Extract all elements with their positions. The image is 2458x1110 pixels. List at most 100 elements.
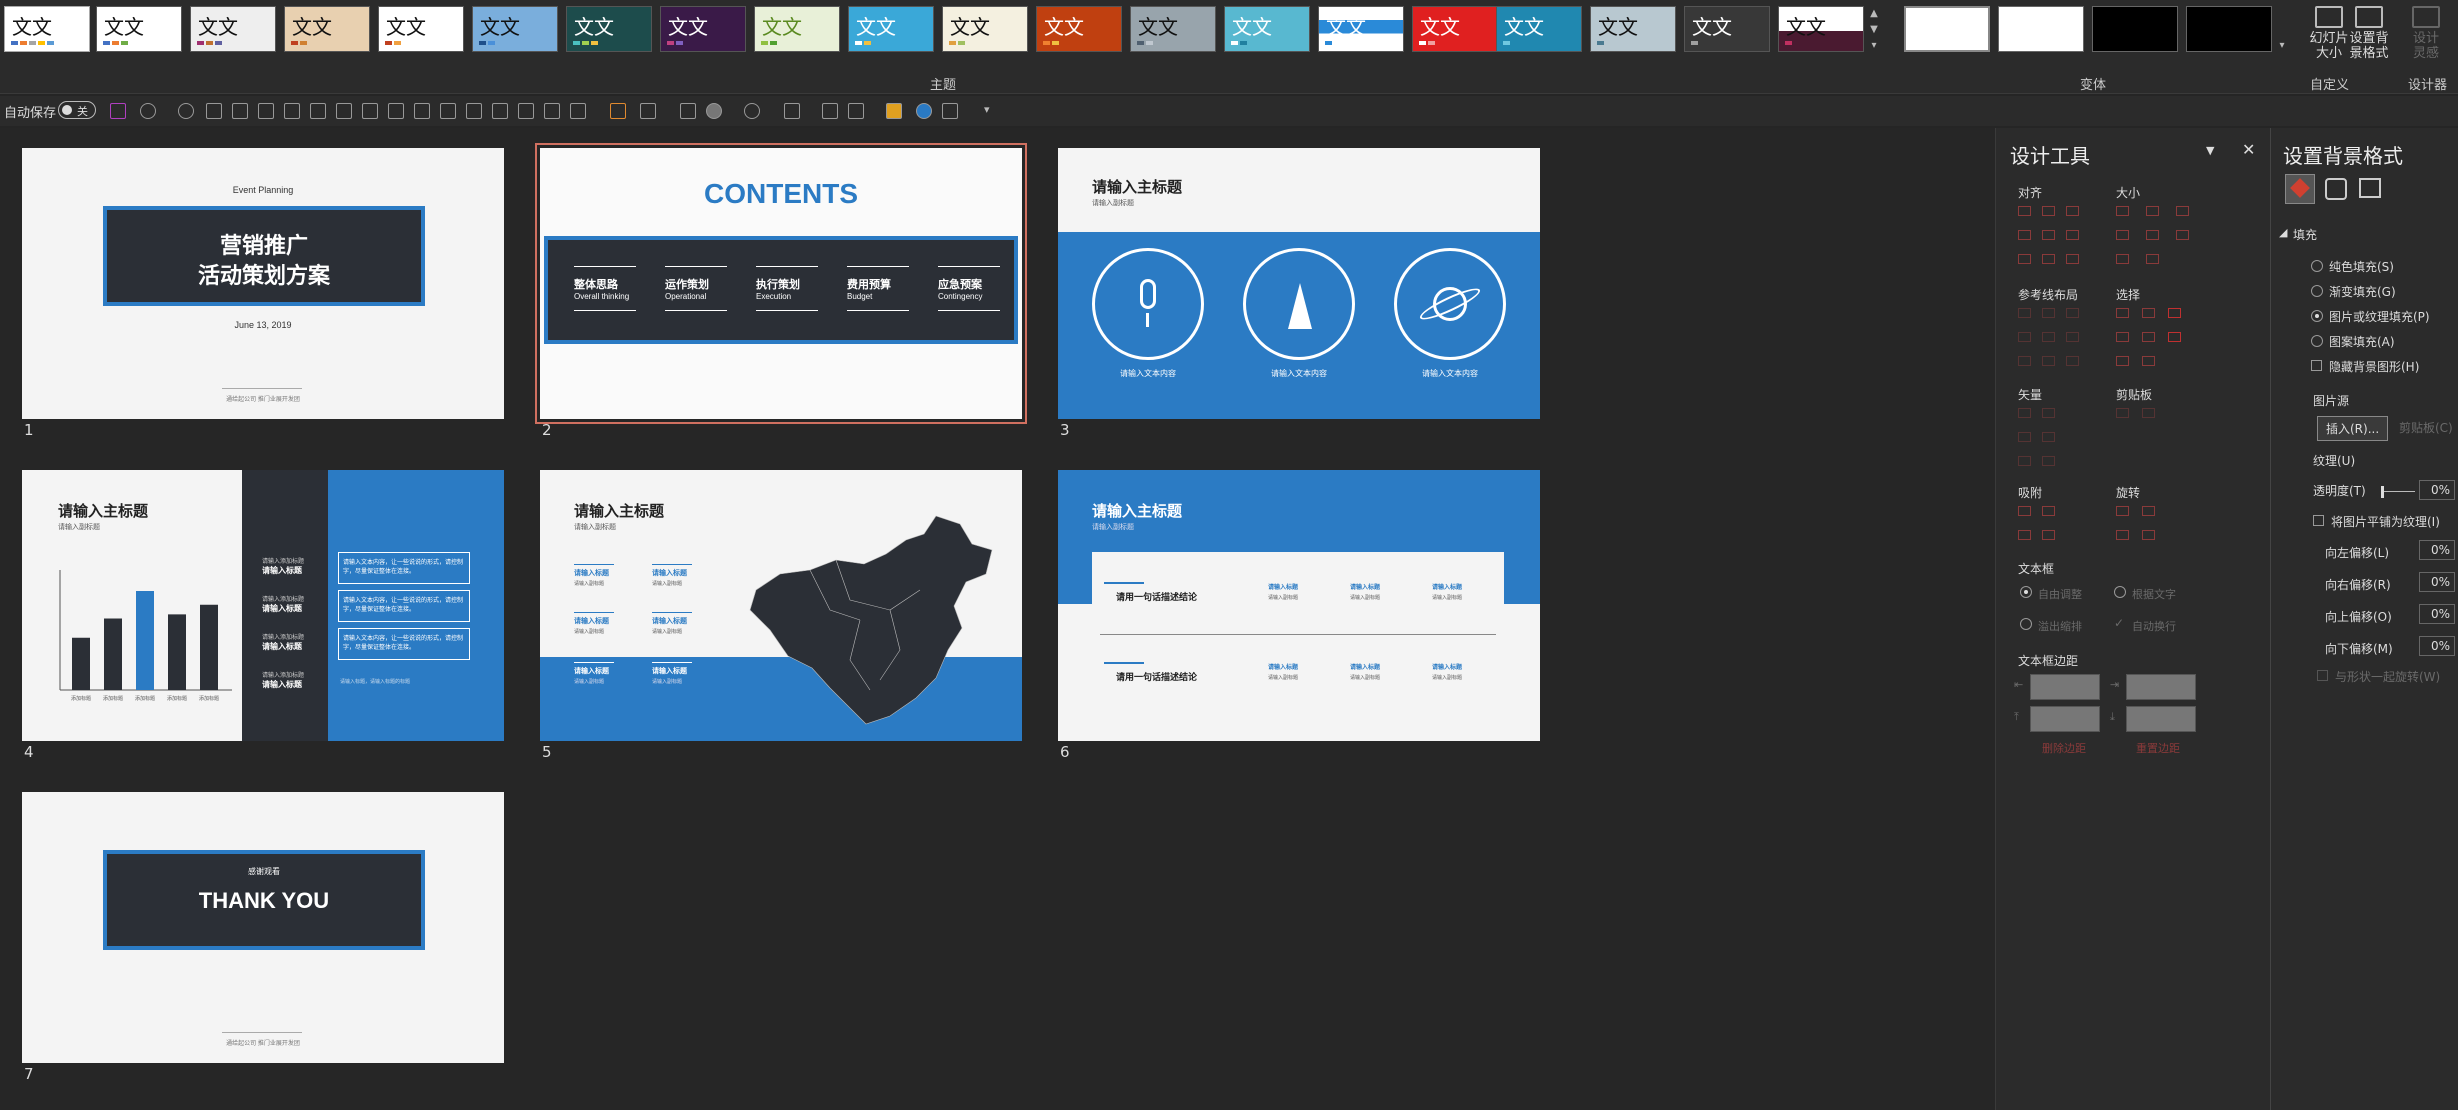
offset-left-input[interactable]: 0% <box>2419 540 2455 560</box>
theme-thumbnail[interactable]: 文文 <box>754 6 840 52</box>
snap-icon[interactable] <box>2018 506 2031 516</box>
variant-thumbnail[interactable] <box>1904 6 1990 52</box>
slide-thumbnail-3[interactable]: 请输入主标题 请输入副标题 请输入文本内容 请输入文本内容 请输入文本内容 <box>1058 148 1540 419</box>
theme-thumbnail[interactable]: 文文 <box>1224 6 1310 52</box>
vector-icon[interactable] <box>2042 432 2055 442</box>
distribute-horizontal-icon[interactable] <box>388 103 404 119</box>
autofit-radio[interactable] <box>2020 586 2032 598</box>
select-icon[interactable] <box>2116 308 2129 318</box>
theme-thumbnail[interactable]: 文文 <box>472 6 558 52</box>
theme-thumbnail[interactable]: 文文 <box>1036 6 1122 52</box>
undo-icon[interactable] <box>140 103 156 119</box>
rotate-icon[interactable] <box>2116 506 2129 516</box>
align-bottom-icon[interactable] <box>2066 230 2079 240</box>
theme-thumbnail[interactable]: 文文 <box>96 6 182 52</box>
overflow-radio[interactable] <box>2020 618 2032 630</box>
shape-effects-icon[interactable] <box>784 103 800 119</box>
align-center-icon[interactable] <box>2042 206 2055 216</box>
align-top-icon[interactable] <box>206 103 222 119</box>
snap-icon[interactable] <box>2018 530 2031 540</box>
offset-up-input[interactable]: 0% <box>2419 604 2455 624</box>
slide-thumbnail-5[interactable]: 请输入主标题 请输入副标题 请输入标题 请输入副标题 请输入标题 请输入副标题 … <box>540 470 1022 741</box>
offset-right-input[interactable]: 0% <box>2419 572 2455 592</box>
theme-thumbnail[interactable]: 文文 <box>378 6 464 52</box>
guide-icon[interactable] <box>2018 332 2031 342</box>
gradient-fill-radio[interactable] <box>2311 285 2323 297</box>
same-size-icon[interactable] <box>2176 206 2189 216</box>
select-icon[interactable] <box>2142 308 2155 318</box>
offset-down-input[interactable]: 0% <box>2419 636 2455 656</box>
guide-icon[interactable] <box>2066 332 2079 342</box>
send-backward-icon[interactable] <box>518 103 534 119</box>
group-icon[interactable] <box>440 103 456 119</box>
close-icon[interactable]: ✕ <box>2242 140 2255 159</box>
vector-icon[interactable] <box>2018 408 2031 418</box>
align-right-icon[interactable] <box>284 103 300 119</box>
transparency-slider[interactable] <box>2381 486 2415 498</box>
size-icon[interactable] <box>2146 254 2159 264</box>
theme-thumbnail[interactable]: 文文 <box>1496 6 1582 52</box>
gallery-scroll-down[interactable]: ▼ <box>1866 22 1882 38</box>
theme-thumbnail[interactable]: 文文 <box>1412 6 1498 52</box>
shape-fill-icon[interactable] <box>706 103 722 119</box>
ungroup-icon[interactable] <box>466 103 482 119</box>
align-right-icon[interactable] <box>2066 206 2079 216</box>
margin-top-input[interactable] <box>2030 706 2100 732</box>
margin-right-input[interactable] <box>2126 674 2196 700</box>
guide-icon[interactable] <box>2018 356 2031 366</box>
checkmark-icon[interactable]: ✓ <box>2114 616 2124 630</box>
rotate-with-shape-checkbox[interactable] <box>2317 670 2328 681</box>
reset-margin-button[interactable]: 重置边距 <box>2136 740 2180 756</box>
theme-thumbnail[interactable]: 文文 <box>1318 6 1404 52</box>
select-icon[interactable] <box>2116 332 2129 342</box>
fill-tab[interactable] <box>2285 174 2315 204</box>
theme-thumbnail[interactable]: 文文 <box>1590 6 1676 52</box>
size-icon[interactable] <box>2146 230 2159 240</box>
pointer-icon[interactable] <box>2168 332 2181 342</box>
insert-picture-icon[interactable] <box>610 103 626 119</box>
slide-thumbnail-7[interactable]: 感谢观看 THANK YOU 通给起公司 推门业展开发团 <box>22 792 504 1063</box>
highlight-icon[interactable] <box>886 103 902 119</box>
same-height-icon[interactable] <box>2146 206 2159 216</box>
theme-thumbnail[interactable]: 文文 <box>4 6 90 52</box>
format-background-button[interactable]: 设置背 景格式 <box>2340 4 2398 66</box>
designer-button[interactable]: 设计 灵感 <box>2398 4 2454 66</box>
hide-bg-checkbox[interactable] <box>2311 360 2322 371</box>
format-painter-icon[interactable] <box>680 103 696 119</box>
picture-icon[interactable] <box>2359 178 2381 198</box>
variant-thumbnail[interactable] <box>2186 6 2272 52</box>
gallery-more-button[interactable]: ▾ <box>1866 38 1882 54</box>
variants-more-button[interactable]: ▾ <box>2274 38 2290 54</box>
effects-pentagon-icon[interactable] <box>2325 178 2347 200</box>
slide-thumbnail-2[interactable]: CONTENTS 整体思路 Overall thinking 运作策划 Oper… <box>535 143 1027 424</box>
guide-icon[interactable] <box>2042 356 2055 366</box>
theme-thumbnail[interactable]: 文文 <box>1778 6 1864 52</box>
save-icon[interactable] <box>110 103 126 119</box>
gallery-scroll-up[interactable]: ▲ <box>1866 6 1882 22</box>
align-left-icon[interactable] <box>232 103 248 119</box>
align-top-edge-icon[interactable] <box>310 103 326 119</box>
size-icon[interactable] <box>2116 230 2129 240</box>
color-icon[interactable] <box>916 103 932 119</box>
snap-icon[interactable] <box>2042 506 2055 516</box>
select-icon[interactable] <box>2142 356 2155 366</box>
distribute-icon[interactable] <box>2042 254 2055 264</box>
align-top-icon[interactable] <box>2018 230 2031 240</box>
copy-icon[interactable] <box>2116 408 2129 418</box>
select-icon[interactable] <box>2116 356 2129 366</box>
transparency-input[interactable]: 0% <box>2419 480 2455 500</box>
same-width-icon[interactable] <box>2116 206 2129 216</box>
distribute-icon[interactable] <box>2018 254 2031 264</box>
theme-thumbnail[interactable]: 文文 <box>190 6 276 52</box>
select-icon[interactable] <box>2142 332 2155 342</box>
rotate-icon[interactable] <box>2116 530 2129 540</box>
theme-thumbnail[interactable]: 文文 <box>1684 6 1770 52</box>
table-icon[interactable] <box>570 103 586 119</box>
margin-left-input[interactable] <box>2030 674 2100 700</box>
theme-thumbnail[interactable]: 文文 <box>660 6 746 52</box>
guide-icon[interactable] <box>2042 308 2055 318</box>
variant-thumbnail[interactable] <box>1998 6 2084 52</box>
theme-thumbnail[interactable]: 文文 <box>942 6 1028 52</box>
solid-fill-radio[interactable] <box>2311 260 2323 272</box>
snap-icon[interactable] <box>2042 530 2055 540</box>
